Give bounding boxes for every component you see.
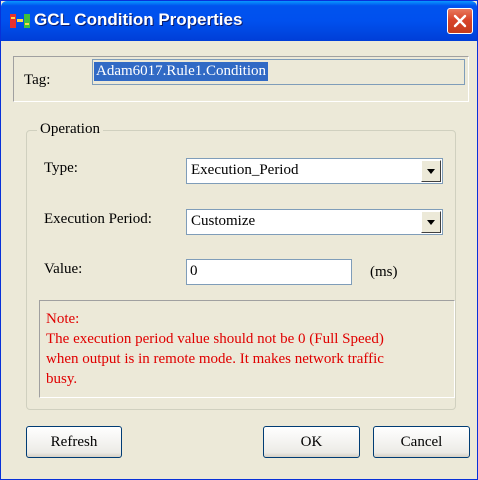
value-input-text: 0 [190, 263, 198, 279]
type-label: Type: [44, 160, 78, 176]
type-dropdown-value: Execution_Period [191, 162, 299, 178]
refresh-button[interactable]: Refresh [26, 426, 122, 458]
tag-label: Tag: [24, 72, 51, 88]
cancel-button[interactable]: Cancel [373, 426, 470, 458]
note-box: Note: The execution period value should … [39, 300, 455, 398]
ok-button[interactable]: OK [263, 426, 360, 458]
execution-period-value: Customize [191, 213, 256, 229]
execution-period-dropdown[interactable]: Customize [186, 209, 443, 235]
execution-period-label: Execution Period: [44, 211, 152, 227]
type-dropdown-button[interactable] [421, 160, 441, 182]
tag-value: Adam6017.Rule1.Condition [94, 62, 268, 81]
gcl-app-icon [10, 12, 30, 30]
note-heading: Note: [46, 311, 80, 327]
type-dropdown[interactable]: Execution_Period [186, 158, 443, 184]
dialog-window: GCL Condition Properties Tag: Adam6017.R… [0, 0, 478, 480]
operation-group-label: Operation [37, 121, 103, 138]
tag-field[interactable]: Adam6017.Rule1.Condition [92, 59, 465, 85]
value-unit: (ms) [370, 264, 398, 280]
note-line: when output is in remote mode. It makes … [46, 351, 384, 367]
value-label: Value: [44, 261, 83, 277]
close-icon [453, 14, 467, 28]
value-input[interactable]: 0 [186, 259, 352, 285]
window-title: GCL Condition Properties [34, 10, 243, 29]
chevron-down-icon [427, 169, 435, 174]
close-button[interactable] [447, 8, 473, 34]
chevron-down-icon [427, 220, 435, 225]
execution-period-dropdown-button[interactable] [421, 211, 441, 233]
note-line: busy. [46, 371, 78, 387]
note-line: The execution period value should not be… [46, 331, 384, 347]
title-bar[interactable]: GCL Condition Properties [1, 1, 477, 41]
tag-panel: Tag: Adam6017.Rule1.Condition [13, 56, 469, 102]
